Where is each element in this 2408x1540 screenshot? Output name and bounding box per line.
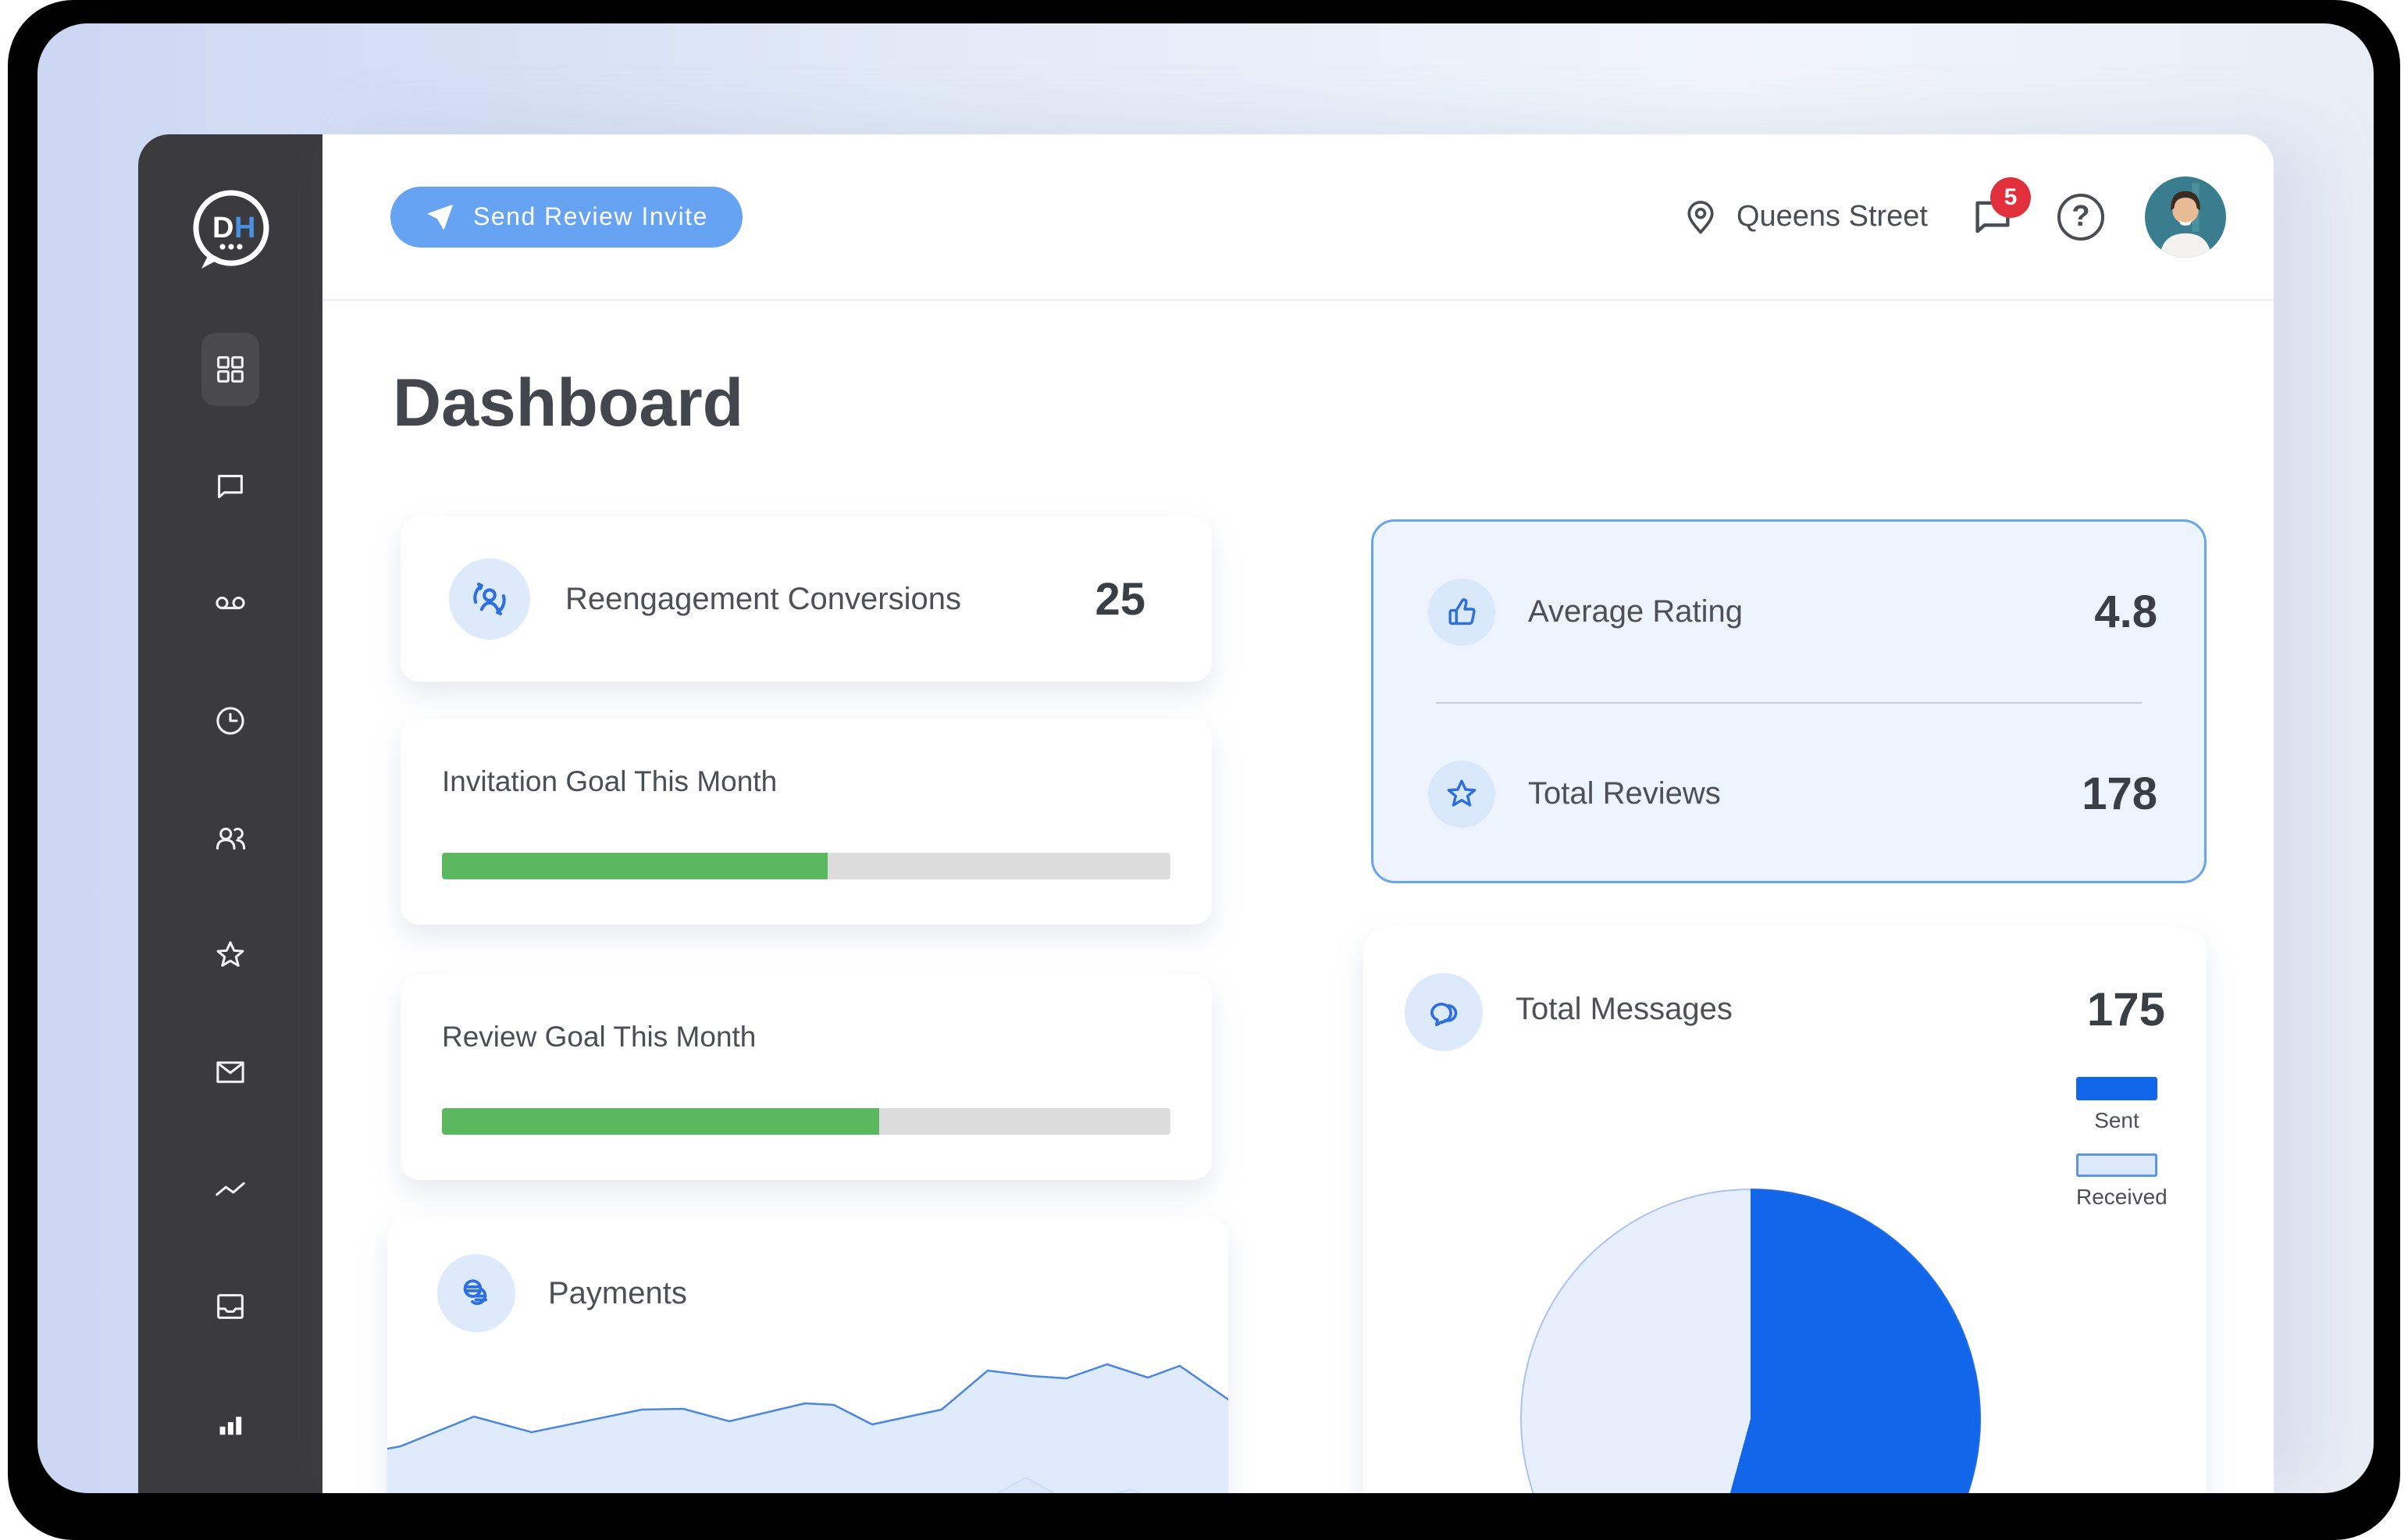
messages-notification[interactable]: 5 <box>1968 176 2031 241</box>
star-icon <box>216 941 244 967</box>
app-window: D H Send Review Invite Queens Street 5 ?… <box>37 23 2374 1493</box>
clock-icon <box>216 707 244 735</box>
average-rating-value: 4.8 <box>2094 586 2157 637</box>
location-selector[interactable]: Queens Street <box>1680 197 1928 237</box>
user-avatar[interactable] <box>2145 176 2226 258</box>
legend-received-swatch <box>2076 1153 2157 1177</box>
sidebar-item-inbox[interactable] <box>201 1270 259 1343</box>
payments-label: Payments <box>548 1275 687 1310</box>
chat-bubbles-icon <box>1430 1003 1458 1027</box>
reengagement-icon <box>473 583 506 615</box>
avatar-image <box>2145 176 2226 258</box>
invitation-goal-progress-track <box>442 853 1170 879</box>
sidebar-item-reviews[interactable] <box>201 918 259 992</box>
sidebar: D H <box>138 134 322 1493</box>
payments-area-chart <box>387 1363 1228 1493</box>
average-rating-row: Average Rating 4.8 <box>1373 522 2204 702</box>
topbar-right: Queens Street 5 ? <box>1680 176 2226 258</box>
app-logo[interactable]: D H <box>180 181 281 283</box>
help-button[interactable]: ? <box>2057 193 2104 241</box>
sidebar-item-reports[interactable] <box>201 1387 259 1460</box>
location-label: Queens Street <box>1736 200 1928 233</box>
sidebar-item-email[interactable] <box>201 1036 259 1109</box>
notification-badge: 5 <box>1990 176 2031 218</box>
legend-sent-label: Sent <box>2094 1108 2139 1132</box>
topbar: Send Review Invite Queens Street 5 ? <box>322 134 2274 301</box>
bar-chart-icon <box>219 1417 242 1435</box>
send-review-invite-button[interactable]: Send Review Invite <box>390 186 743 248</box>
help-glyph: ? <box>2071 200 2090 233</box>
sidebar-item-dashboard[interactable] <box>201 333 259 406</box>
legend-received-label: Received <box>2076 1185 2168 1209</box>
total-messages-card: Total Messages 175 Sent Received <box>1363 928 2207 1493</box>
thumbs-up-icon <box>1448 597 1476 625</box>
star-icon <box>1447 779 1477 807</box>
voicemail-icon <box>216 596 245 610</box>
inbox-icon <box>217 1294 244 1319</box>
payments-icon-bubble <box>437 1254 515 1332</box>
total-messages-header: Total Messages 175 <box>1363 928 2207 1051</box>
logo-letter-h: H <box>234 212 255 244</box>
sidebar-item-analytics[interactable] <box>201 1153 259 1226</box>
review-goal-card: Review Goal This Month <box>401 974 1212 1180</box>
location-pin-icon <box>1687 200 1714 233</box>
envelope-icon <box>216 1061 244 1083</box>
legend-sent-swatch <box>2076 1077 2157 1100</box>
reengagement-value: 25 <box>1095 573 1145 625</box>
average-rating-label: Average Rating <box>1528 594 1743 629</box>
total-reviews-value: 178 <box>2082 768 2157 819</box>
invitation-goal-progress-fill <box>442 853 828 879</box>
sidebar-item-conversations[interactable] <box>201 450 259 523</box>
average-rating-icon-bubble <box>1428 578 1495 646</box>
coins-icon <box>463 1279 488 1305</box>
logo-letter-d: D <box>212 212 233 244</box>
total-reviews-row: Total Reviews 178 <box>1373 704 2204 884</box>
sidebar-nav <box>138 333 322 1460</box>
chat-icon <box>218 475 243 498</box>
invitation-goal-card: Invitation Goal This Month <box>401 718 1212 925</box>
invitation-goal-title: Invitation Goal This Month <box>442 765 778 797</box>
payments-header: Payments <box>387 1215 1228 1332</box>
send-review-invite-label: Send Review Invite <box>473 202 708 230</box>
total-messages-label: Total Messages <box>1516 992 1733 1026</box>
sidebar-item-voicemail[interactable] <box>201 567 259 640</box>
main-panel: Send Review Invite Queens Street 5 ? Das… <box>322 134 2274 1493</box>
grid-icon <box>217 356 244 383</box>
reengagement-icon-bubble <box>449 558 530 640</box>
total-messages-value: 175 <box>2086 983 2165 1036</box>
messages-legend: Sent Received <box>2076 1077 2168 1230</box>
total-reviews-label: Total Reviews <box>1528 776 1721 811</box>
dashboard-content: Dashboard Reengagement Conversions 25 In… <box>322 302 2274 1493</box>
ratings-summary-card: Average Rating 4.8 Total Reviews 178 <box>1371 519 2207 883</box>
trend-icon <box>216 1182 245 1196</box>
reengagement-label: Reengagement Conversions <box>565 581 961 616</box>
review-goal-progress-fill <box>442 1108 879 1135</box>
sidebar-item-contacts[interactable] <box>201 801 259 875</box>
total-reviews-icon-bubble <box>1428 760 1495 828</box>
paper-plane-icon <box>428 204 453 230</box>
users-icon <box>216 827 246 850</box>
payments-card: Payments <box>387 1215 1228 1493</box>
messages-pie-chart <box>1520 1189 1981 1493</box>
review-goal-title: Review Goal This Month <box>442 1021 757 1053</box>
page-title: Dashboard <box>393 365 744 440</box>
review-goal-progress-track <box>442 1108 1170 1135</box>
sidebar-item-history[interactable] <box>201 684 259 758</box>
payments-main-area <box>387 1364 1228 1493</box>
total-messages-icon-bubble <box>1405 973 1483 1051</box>
reengagement-conversions-card: Reengagement Conversions 25 <box>401 516 1212 682</box>
